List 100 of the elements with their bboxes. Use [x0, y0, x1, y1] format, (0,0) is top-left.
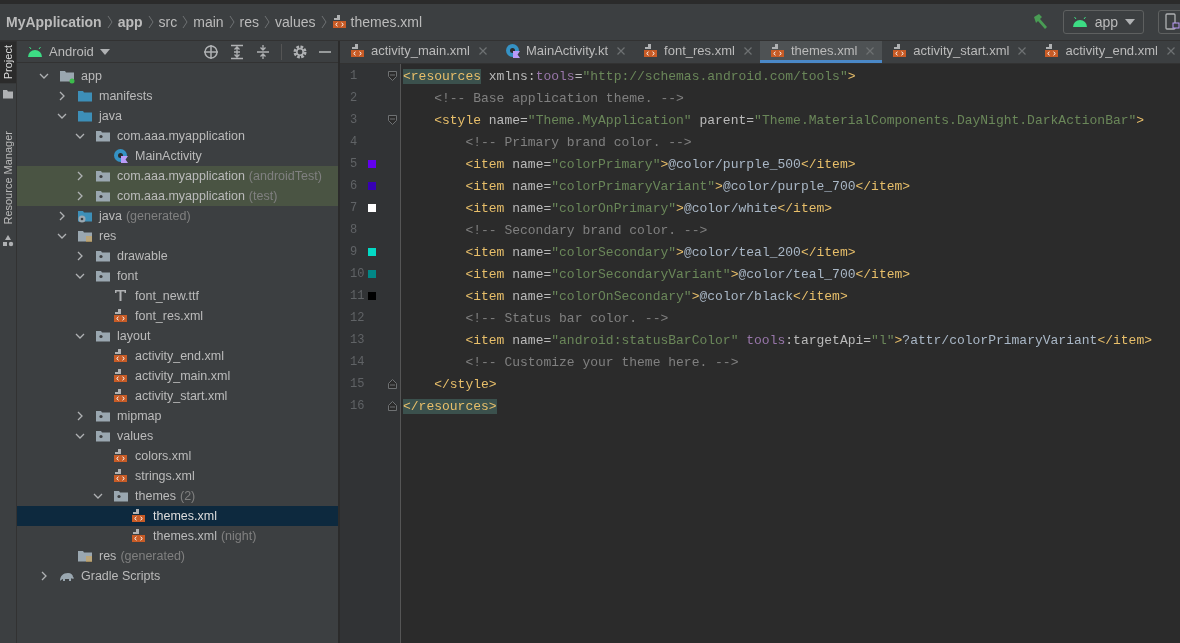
tree-item[interactable]: font_res.xml	[17, 306, 338, 326]
kotlin-class-icon	[113, 148, 129, 164]
chevron-icon	[105, 15, 114, 29]
color-swatch[interactable]	[368, 270, 376, 278]
fold-icon[interactable]	[388, 71, 397, 81]
generated-folder-icon	[77, 208, 93, 224]
breadcrumb-item[interactable]: src	[158, 14, 178, 30]
close-icon[interactable]	[617, 46, 626, 55]
xml-file-icon	[113, 388, 129, 404]
color-swatch[interactable]	[368, 292, 376, 300]
settings-icon[interactable]	[292, 43, 308, 60]
chevron-icon	[319, 15, 328, 29]
package-icon	[95, 128, 111, 144]
tree-item[interactable]: activity_end.xml	[17, 346, 338, 366]
tree-item[interactable]: Gradle Scripts	[17, 566, 338, 586]
code-line: <!-- Primary brand color. -->	[464, 134, 692, 150]
code-line: <!-- Secondary brand color. -->	[464, 222, 708, 238]
color-swatch[interactable]	[368, 182, 376, 190]
tree-item[interactable]: drawable	[17, 246, 338, 266]
close-icon[interactable]	[1166, 46, 1175, 55]
tree-item[interactable]: com.aaa.myapplication (androidTest)	[17, 166, 338, 186]
tree-item[interactable]: layout	[17, 326, 338, 346]
project-view-dropdown[interactable]: Android	[27, 44, 110, 59]
xml-file-icon	[131, 528, 147, 544]
breadcrumb-item[interactable]: main	[193, 14, 224, 30]
breadcrumb-item[interactable]: MyApplication	[6, 14, 102, 30]
tree-item[interactable]: java	[17, 106, 338, 126]
breadcrumb-item[interactable]: themes.xml	[331, 14, 423, 30]
tree-item[interactable]: activity_main.xml	[17, 366, 338, 386]
collapse-all-icon[interactable]	[255, 43, 271, 60]
android-icon	[27, 45, 43, 58]
code-line: <item name="colorOnPrimary">@color/white</item>	[464, 200, 833, 216]
code-line: <!-- Base application theme. -->	[433, 90, 684, 106]
package-icon	[95, 408, 111, 424]
package-icon	[113, 488, 129, 504]
caret-icon	[99, 48, 110, 55]
code-line: <item name="colorOnSecondary">@color/black</item>	[464, 288, 848, 304]
xml-file-icon	[113, 448, 129, 464]
editor-tab[interactable]: activity_end.xml	[1034, 41, 1180, 63]
editor-tab[interactable]: MainActivity.kt	[494, 41, 634, 63]
close-icon[interactable]	[866, 46, 875, 55]
tree-item[interactable]: MainActivity	[17, 146, 338, 166]
tree-item[interactable]: font	[17, 266, 338, 286]
package-icon	[95, 268, 111, 284]
code-line: <item name="colorSecondaryVariant">@color/teal_700</item>	[464, 266, 911, 282]
editor-tab[interactable]: themes.xml	[759, 41, 883, 63]
tree-item[interactable]: colors.xml	[17, 446, 338, 466]
tree-item[interactable]: themes.xml	[17, 506, 338, 526]
tree-item[interactable]: font_new.ttf	[17, 286, 338, 306]
tree-item[interactable]: themes (2)	[17, 486, 338, 506]
close-icon[interactable]	[478, 46, 487, 55]
tree-item[interactable]: themes.xml (night)	[17, 526, 338, 546]
locate-icon[interactable]	[203, 43, 219, 60]
code-line: <!-- Customize your theme here. -->	[464, 354, 739, 370]
tree-item[interactable]: activity_start.xml	[17, 386, 338, 406]
expand-all-icon[interactable]	[229, 43, 245, 60]
android-icon	[1071, 16, 1088, 28]
fold-end-icon[interactable]	[388, 401, 397, 411]
tool-window-tab[interactable]: Project	[0, 41, 16, 84]
device-button[interactable]	[1158, 10, 1180, 34]
tree-item[interactable]: mipmap	[17, 406, 338, 426]
tree-item[interactable]: java (generated)	[17, 206, 338, 226]
code-line: <item name="android:statusBarColor" tools:targetApi="l">?attr/colorPrimaryVariant</item>	[464, 332, 1152, 348]
breadcrumb-item[interactable]: res	[239, 14, 260, 30]
fold-icon[interactable]	[388, 115, 397, 125]
tree-item[interactable]: res (generated)	[17, 546, 338, 566]
tree-item[interactable]: app	[17, 66, 338, 86]
editor-tab[interactable]: activity_start.xml	[882, 41, 1035, 63]
package-icon	[95, 428, 111, 444]
caret-icon	[1125, 19, 1135, 25]
xml-file-icon	[892, 42, 909, 59]
folder-icon	[2, 89, 14, 100]
color-swatch[interactable]	[368, 160, 376, 168]
tree-item[interactable]: com.aaa.myapplication (test)	[17, 186, 338, 206]
tree-item[interactable]: strings.xml	[17, 466, 338, 486]
resource-folder-icon	[77, 548, 93, 564]
fold-end-icon[interactable]	[388, 379, 397, 389]
tree-item[interactable]: com.aaa.myapplication	[17, 126, 338, 146]
chevron-icon	[146, 15, 155, 29]
tree-item[interactable]: manifests	[17, 86, 338, 106]
color-swatch[interactable]	[368, 248, 376, 256]
close-icon[interactable]	[743, 46, 752, 55]
close-icon[interactable]	[1018, 46, 1027, 55]
code-line: <style name="Theme.MyApplication" parent="Theme.MaterialComponents.DayNight.DarkActionBar">	[433, 112, 1145, 128]
tool-window-tab[interactable]: Resource Manager	[0, 127, 16, 229]
xml-file-icon	[331, 14, 348, 30]
xml-file-icon	[350, 42, 366, 59]
tree-item[interactable]: values	[17, 426, 338, 446]
xml-file-icon	[1044, 42, 1061, 59]
package-icon	[95, 248, 111, 264]
resource-folder-icon	[77, 228, 93, 244]
tree-item[interactable]: res	[17, 226, 338, 246]
chevron-icon	[227, 15, 236, 29]
editor-tab[interactable]: font_res.xml	[633, 41, 760, 63]
color-swatch[interactable]	[368, 204, 376, 212]
device-icon	[1164, 13, 1180, 31]
run-configuration-dropdown[interactable]: app	[1062, 10, 1144, 34]
breadcrumb-item[interactable]: values	[275, 14, 316, 30]
editor-tab[interactable]: activity_main.xml	[340, 41, 495, 63]
breadcrumb-item[interactable]: app	[117, 14, 143, 30]
